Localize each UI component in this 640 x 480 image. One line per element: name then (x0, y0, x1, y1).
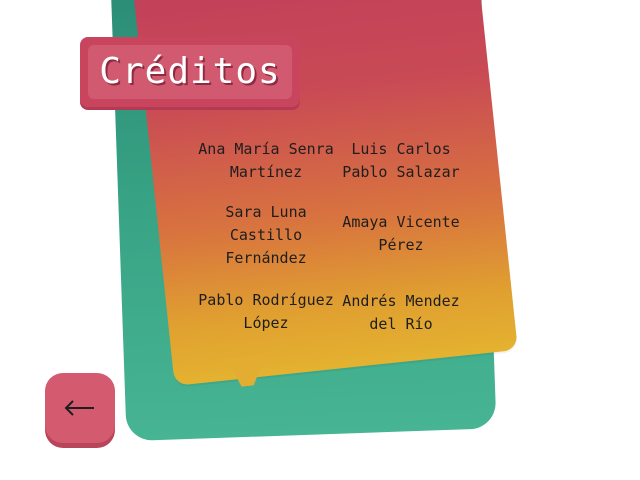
credit-name-line: López (243, 314, 289, 332)
credit-name-line: Luis Carlos (351, 140, 451, 158)
title-banner: Créditos (80, 37, 300, 107)
arrow-left-icon (64, 400, 94, 416)
credit-name-line: Sara Luna (225, 203, 307, 221)
credit-name-line: Amaya Vicente (342, 213, 460, 231)
credit-entry: Pablo Rodríguez López (191, 289, 341, 335)
credit-name-line: Pablo Rodríguez (198, 291, 334, 309)
title-banner-inner: Créditos (88, 45, 292, 99)
credit-name-line: Andrés Mendez (342, 292, 460, 310)
back-button[interactable] (45, 373, 115, 443)
credit-entry: Luis Carlos Pablo Salazar (326, 138, 476, 184)
credit-name-line: del Río (369, 315, 433, 333)
credits-screen: Créditos Ana María Senra Martínez Luis C… (0, 0, 640, 480)
credit-entry: Sara Luna Castillo Fernández (191, 201, 341, 270)
credit-name-line: Fernández (225, 249, 307, 267)
credit-name-line: Martínez (229, 163, 303, 181)
credit-entry: Amaya Vicente Pérez (326, 211, 476, 257)
credit-name-line: Ana María Senra (198, 140, 334, 158)
credit-name-line: Pérez (378, 236, 424, 254)
credit-name-line: Pablo Salazar (342, 163, 460, 181)
page-title: Créditos (99, 51, 281, 92)
credit-entry: Ana María Senra Martínez (191, 138, 341, 184)
credit-entry: Andrés Mendez del Río (326, 290, 476, 336)
credit-name-line: Castillo (229, 226, 303, 244)
